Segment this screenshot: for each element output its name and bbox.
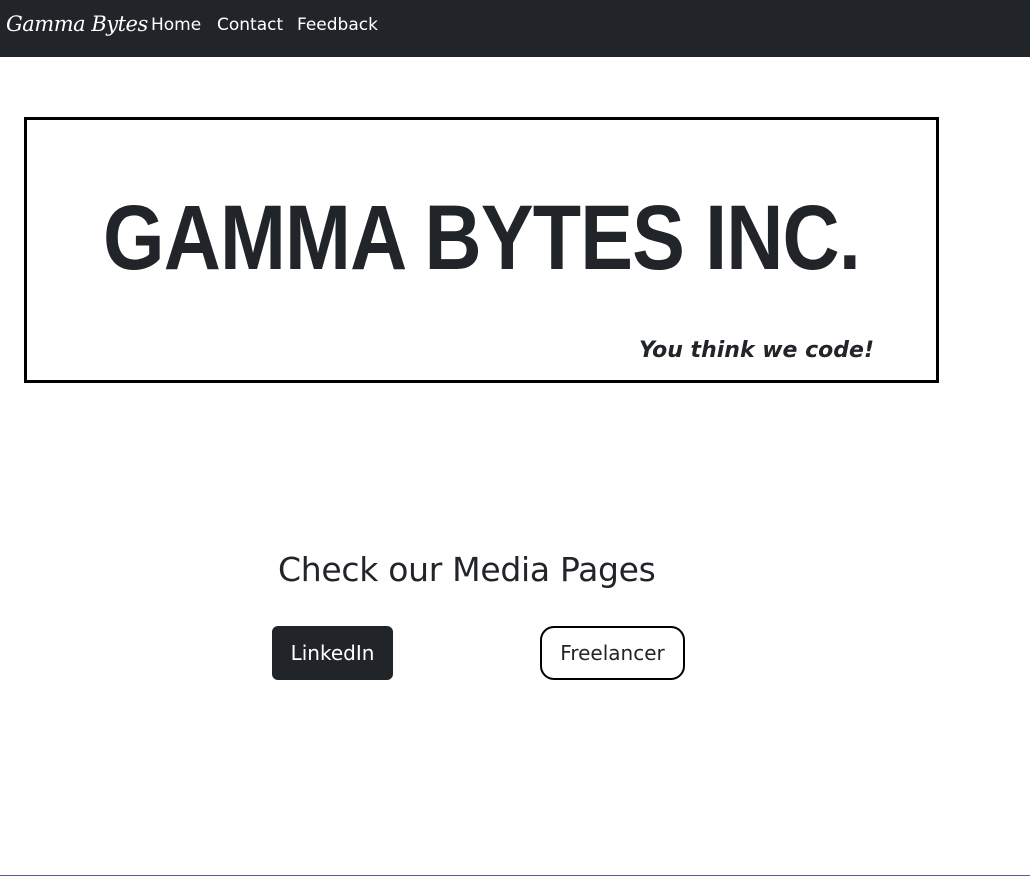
page-bottom-divider: [0, 875, 1030, 876]
media-pages-heading: Check our Media Pages: [278, 550, 656, 589]
top-navbar: Gamma Bytes Home Contact Feedback: [0, 0, 1030, 57]
brand-logo-link[interactable]: Gamma Bytes: [6, 12, 148, 36]
banner-tagline: You think we code!: [639, 338, 874, 363]
banner-title: GAMMA BYTES INC.: [103, 187, 861, 289]
nav-link-home[interactable]: Home: [151, 15, 201, 35]
nav-link-contact[interactable]: Contact: [217, 15, 283, 35]
freelancer-button[interactable]: Freelancer: [540, 626, 685, 680]
linkedin-button[interactable]: LinkedIn: [272, 626, 393, 680]
hero-banner: GAMMA BYTES INC. You think we code!: [24, 117, 939, 383]
nav-link-feedback[interactable]: Feedback: [297, 15, 378, 35]
